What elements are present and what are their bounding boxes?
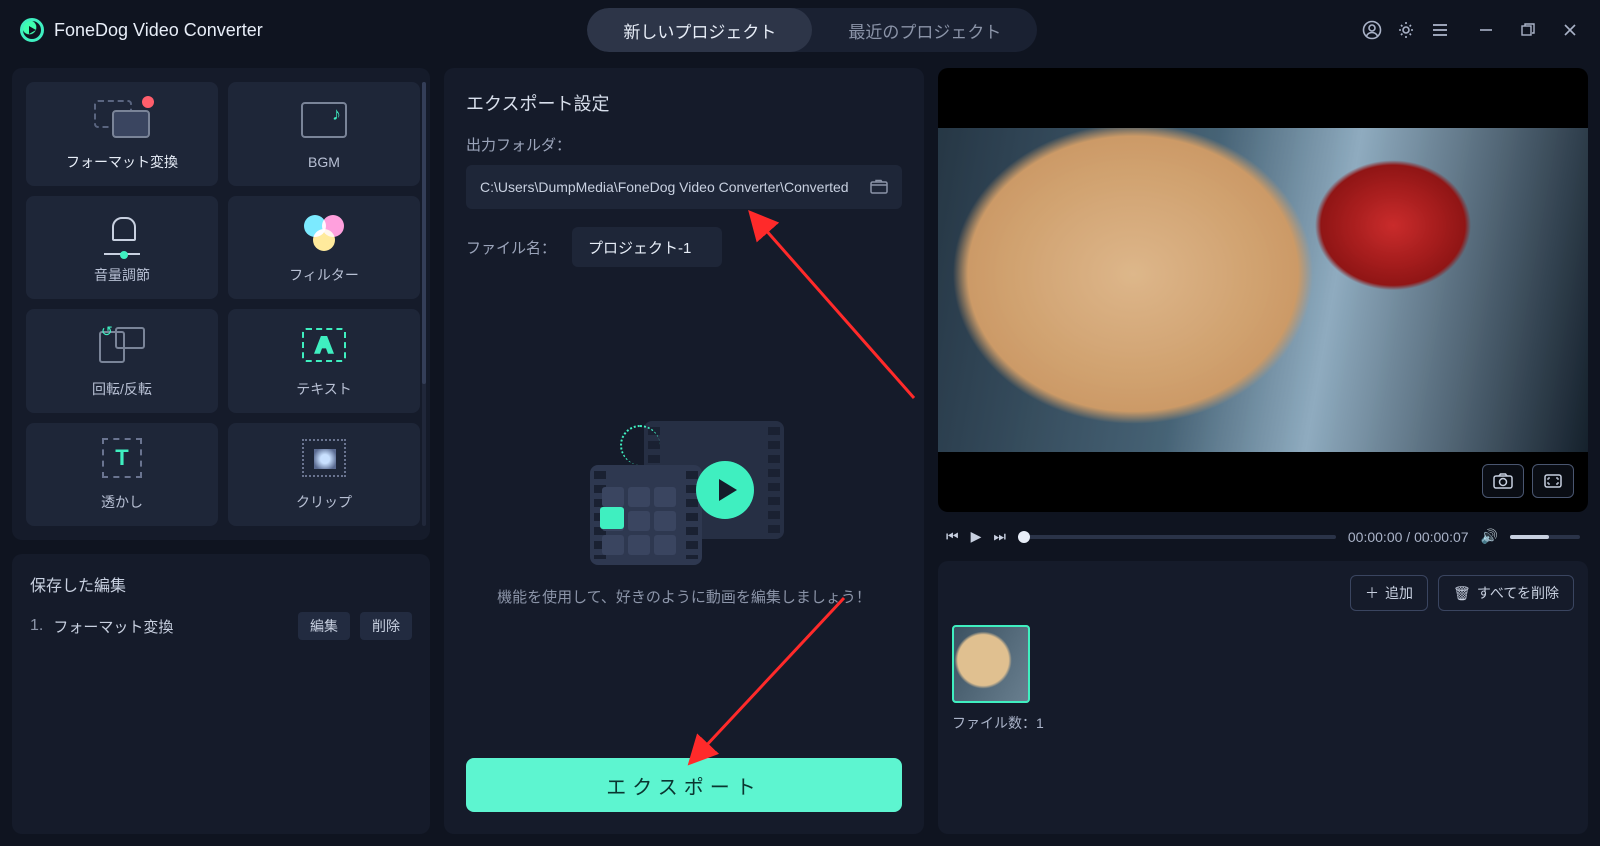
titlebar: FoneDog Video Converter 新しいプロジェクト 最近のプロジ…: [0, 0, 1600, 60]
tab-new-project[interactable]: 新しいプロジェクト: [587, 8, 812, 52]
file-count: ファイル数：1: [952, 713, 1574, 733]
window-maximize[interactable]: [1518, 20, 1538, 40]
bgm-icon: [294, 98, 354, 142]
app-logo-wrap: FoneDog Video Converter: [20, 18, 263, 42]
browse-folder-icon[interactable]: [870, 179, 888, 195]
saved-edit-row: 1. フォーマット変換 編集 削除: [30, 612, 412, 640]
app-logo-icon: [20, 18, 44, 42]
tool-label: 回転/反転: [92, 379, 152, 399]
rotate-icon: ↺: [92, 323, 152, 367]
tool-label: BGM: [308, 154, 340, 170]
tool-label: クリップ: [296, 492, 352, 512]
export-illustration: 機能を使用して、好きのように動画を編集しましょう！: [466, 267, 902, 758]
tab-recent-project[interactable]: 最近のプロジェクト: [812, 8, 1037, 52]
tool-watermark[interactable]: T 透かし: [26, 423, 218, 527]
tool-label: 音量調節: [94, 265, 150, 285]
menu-icon[interactable]: [1430, 20, 1450, 40]
titlebar-right: [1362, 20, 1580, 40]
clip-icon: [294, 436, 354, 480]
tool-text[interactable]: テキスト: [228, 309, 420, 413]
settings-icon[interactable]: [1396, 20, 1416, 40]
format-convert-icon: [92, 96, 152, 140]
player-controls: ⏮ ▶ ⏭ 00:00:00 / 00:00:07 🔊: [938, 524, 1588, 549]
tool-label: 透かし: [101, 492, 143, 512]
output-folder-path: C:\Users\DumpMedia\FoneDog Video Convert…: [480, 179, 860, 195]
export-settings-title: エクスポート設定: [466, 90, 902, 116]
volume-icon[interactable]: 🔊: [1481, 528, 1498, 545]
video-preview[interactable]: [938, 68, 1588, 512]
output-folder-input[interactable]: C:\Users\DumpMedia\FoneDog Video Convert…: [466, 165, 902, 209]
time-display: 00:00:00 / 00:00:07: [1348, 529, 1469, 545]
tool-format-convert[interactable]: フォーマット変換: [26, 82, 218, 186]
tool-label: テキスト: [296, 379, 352, 399]
filename-input[interactable]: プロジェクト-1: [572, 227, 722, 267]
app-window: FoneDog Video Converter 新しいプロジェクト 最近のプロジ…: [0, 0, 1600, 846]
left-column: フォーマット変換 BGM 音量調節 フィルター ↺: [12, 68, 430, 834]
export-button[interactable]: エクスポート: [466, 758, 902, 812]
main-body: フォーマット変換 BGM 音量調節 フィルター ↺: [0, 60, 1600, 846]
saved-edits-title: 保存した編集: [30, 572, 412, 596]
saved-edit-name: フォーマット変換: [53, 616, 288, 637]
filter-icon: [294, 209, 354, 253]
saved-edit-button[interactable]: 編集: [298, 612, 350, 640]
filename-label: ファイル名：: [466, 237, 556, 258]
project-tab-switch: 新しいプロジェクト 最近のプロジェクト: [587, 8, 1037, 52]
tool-clip[interactable]: クリップ: [228, 423, 420, 527]
seek-bar[interactable]: [1018, 535, 1336, 539]
tool-rotate[interactable]: ↺ 回転/反転: [26, 309, 218, 413]
right-column: ⏮ ▶ ⏭ 00:00:00 / 00:00:07 🔊 ＋追加 🗑すべてを削除 …: [938, 68, 1588, 834]
saved-edit-index: 1.: [30, 617, 43, 635]
text-icon: [294, 323, 354, 367]
saved-edits-panel: 保存した編集 1. フォーマット変換 編集 削除: [12, 554, 430, 834]
clear-clips-button[interactable]: 🗑すべてを削除: [1438, 575, 1574, 611]
clips-panel: ＋追加 🗑すべてを削除 ファイル数：1: [938, 561, 1588, 834]
export-hint-text: 機能を使用して、好きのように動画を編集しましょう！: [497, 585, 871, 611]
watermark-icon: T: [92, 436, 152, 480]
tool-label: フォーマット変換: [66, 152, 178, 172]
next-frame-icon[interactable]: ⏭: [993, 528, 1006, 545]
plus-icon: ＋: [1365, 583, 1379, 603]
saved-delete-button[interactable]: 削除: [360, 612, 412, 640]
tools-scrollbar[interactable]: [422, 82, 426, 526]
prev-frame-icon[interactable]: ⏮: [946, 528, 959, 545]
window-close[interactable]: [1560, 20, 1580, 40]
play-icon[interactable]: ▶: [971, 528, 982, 545]
fullscreen-icon[interactable]: [1532, 464, 1574, 498]
account-icon[interactable]: [1362, 20, 1382, 40]
play-illustration-icon: [696, 461, 754, 519]
export-panel: エクスポート設定 出力フォルダ： C:\Users\DumpMedia\Fone…: [444, 68, 924, 834]
output-folder-label: 出力フォルダ：: [466, 134, 902, 155]
preview-frame: [938, 128, 1588, 452]
tool-volume[interactable]: 音量調節: [26, 196, 218, 300]
clip-thumbnail[interactable]: [952, 625, 1030, 703]
add-clip-button[interactable]: ＋追加: [1350, 575, 1428, 611]
clip-thumbnails: [952, 625, 1574, 703]
trash-icon: 🗑: [1453, 585, 1471, 602]
snapshot-icon[interactable]: [1482, 464, 1524, 498]
window-minimize[interactable]: [1476, 20, 1496, 40]
tool-label: フィルター: [289, 265, 359, 285]
volume-slider[interactable]: [1510, 535, 1580, 539]
volume-icon: [92, 209, 152, 253]
tool-bgm[interactable]: BGM: [228, 82, 420, 186]
tool-filter[interactable]: フィルター: [228, 196, 420, 300]
tools-panel: フォーマット変換 BGM 音量調節 フィルター ↺: [12, 68, 430, 540]
app-title: FoneDog Video Converter: [54, 20, 263, 41]
